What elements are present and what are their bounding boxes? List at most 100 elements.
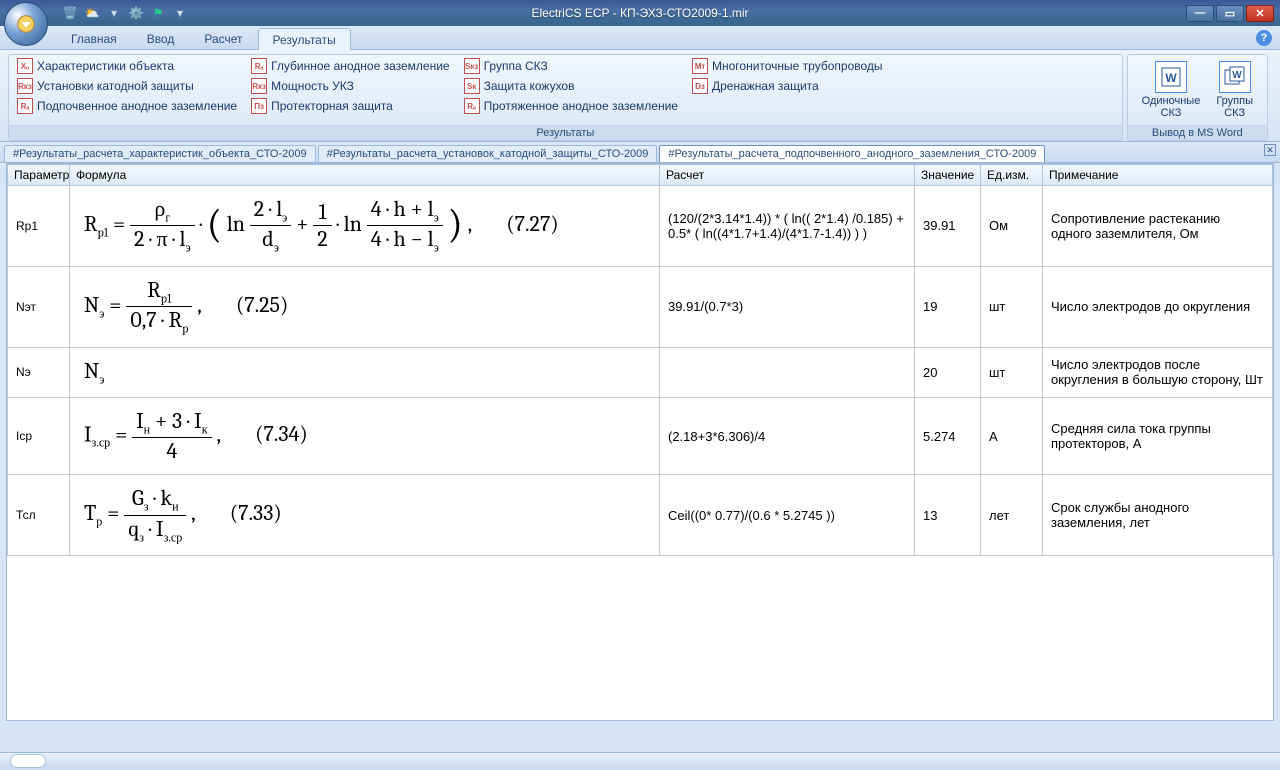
cell-calc: 39.91/(0.7*3) [660, 266, 915, 347]
results-table-wrap: Параметр Формула Расчет Значение Ед.изм.… [6, 163, 1274, 721]
cell-note: Средняя сила тока группы протекторов, А [1043, 397, 1273, 474]
ritem-multiline[interactable]: MтМногониточные трубопроводы [690, 57, 885, 75]
th-note[interactable]: Примечание [1043, 165, 1273, 186]
qat-more-icon[interactable]: ▾ [172, 5, 188, 21]
cell-calc: (120/(2*3.14*1.4)) * ( ln(( 2*1.4) /0.18… [660, 186, 915, 267]
qat-dropdown-icon[interactable]: ▾ [106, 5, 122, 21]
ribbon-group-word-title: Вывод в MS Word [1128, 125, 1267, 140]
cell-param: Rp1 [8, 186, 70, 267]
ritem-subsurface[interactable]: RₐПодпочвенное анодное заземление [15, 97, 239, 115]
word-icon: W [1219, 61, 1251, 93]
th-formula[interactable]: Формула [70, 165, 660, 186]
cell-param: Nэ [8, 347, 70, 397]
doc-icon: Sкз [464, 58, 480, 74]
cell-formula: Nэ = Rp10,7 · Rp , (7.25) [70, 266, 660, 347]
doctab-2[interactable]: #Результаты_расчета_установок_катодной_з… [318, 145, 658, 162]
ritem-ukz-power[interactable]: RкзМощность УКЗ [249, 77, 452, 95]
tab-results[interactable]: Результаты [258, 28, 351, 50]
table-header-row: Параметр Формула Расчет Значение Ед.изм.… [8, 165, 1273, 186]
cell-calc: (2.18+3*6.306)/4 [660, 397, 915, 474]
status-bar [0, 752, 1280, 770]
word-icon: W [1155, 61, 1187, 93]
cell-value: 5.274 [915, 397, 981, 474]
cell-note: Сопротивление растеканию одного заземлит… [1043, 186, 1273, 267]
ritem-deep-anode[interactable]: RₐГлубинное анодное заземление [249, 57, 452, 75]
tab-calc[interactable]: Расчет [189, 27, 257, 49]
maximize-button[interactable]: ▭ [1216, 5, 1244, 22]
doc-icon: Rₐ [464, 98, 480, 114]
qat-weather-icon[interactable]: ⛅ [84, 5, 100, 21]
doc-icon: Xₒ [17, 58, 33, 74]
status-pill[interactable] [10, 754, 46, 768]
th-value[interactable]: Значение [915, 165, 981, 186]
cell-param: Тсл [8, 475, 70, 556]
cell-unit: шт [981, 266, 1043, 347]
cell-formula: Nэ [70, 347, 660, 397]
word-group-skz-button[interactable]: W Группы СКЗ [1208, 57, 1261, 123]
doc-icon: Rкз [251, 78, 267, 94]
table-row[interactable]: Nэ Nэ 20 шт Число электродов после округ… [8, 347, 1273, 397]
cell-value: 20 [915, 347, 981, 397]
doctab-1[interactable]: #Результаты_расчета_характеристик_объект… [4, 145, 316, 162]
cell-value: 13 [915, 475, 981, 556]
cell-unit: А [981, 397, 1043, 474]
doc-icon: Пз [251, 98, 267, 114]
document-tabs: #Результаты_расчета_характеристик_объект… [0, 142, 1280, 163]
cell-param: Nэт [8, 266, 70, 347]
cell-formula: Rp1 = ρг2 · π · lэ · ( ln 2 · lэdэ + 12 … [70, 186, 660, 267]
tab-main[interactable]: Главная [56, 27, 132, 49]
ribbon-tab-strip: Главная Ввод Расчет Результаты ? [0, 26, 1280, 50]
svg-text:W: W [1232, 70, 1242, 81]
ritem-obj-char[interactable]: XₒХарактеристики объекта [15, 57, 239, 75]
help-icon[interactable]: ? [1256, 30, 1272, 46]
table-row[interactable]: Iср Iз.ср = Iн + 3 · Iк4 , (7.34) (2.18+… [8, 397, 1273, 474]
ritem-skz-group[interactable]: SкзГруппа СКЗ [462, 57, 680, 75]
cell-formula: Tр = Gз · kиqз · Iз.ср , (7.33) [70, 475, 660, 556]
qat-flag-icon[interactable]: ⚑ [150, 5, 166, 21]
quick-access-toolbar: 🗑️ ⛅ ▾ ⚙️ ⚑ ▾ [62, 5, 188, 21]
word-single-skz-button[interactable]: W Одиночные СКЗ [1134, 57, 1209, 123]
window-title: ElectriCS ECP - КП-ЭХЗ-СТО2009-1.mir [531, 6, 748, 20]
ribbon-group-results-title: Результаты [9, 125, 1122, 140]
th-calc[interactable]: Расчет [660, 165, 915, 186]
cell-unit: шт [981, 347, 1043, 397]
table-row[interactable]: Тсл Tр = Gз · kиqз · Iз.ср , (7.33) Ceil… [8, 475, 1273, 556]
doctab-3[interactable]: #Результаты_расчета_подпочвенного_анодно… [659, 145, 1045, 162]
app-orb-button[interactable] [4, 2, 48, 46]
cell-note: Срок службы анодного заземления, лет [1043, 475, 1273, 556]
close-button[interactable]: ✕ [1246, 5, 1274, 22]
cell-calc [660, 347, 915, 397]
th-param[interactable]: Параметр [8, 165, 70, 186]
doc-icon: Rₐ [17, 98, 33, 114]
ribbon: XₒХарактеристики объекта RкзУстановки ка… [0, 50, 1280, 142]
minimize-button[interactable]: — [1186, 5, 1214, 22]
th-unit[interactable]: Ед.изм. [981, 165, 1043, 186]
cell-formula: Iз.ср = Iн + 3 · Iк4 , (7.34) [70, 397, 660, 474]
doc-icon: Sк [464, 78, 480, 94]
ritem-casing[interactable]: SкЗащита кожухов [462, 77, 680, 95]
qat-gear-icon[interactable]: ⚙️ [128, 5, 144, 21]
cell-value: 39.91 [915, 186, 981, 267]
qat-delete-icon[interactable]: 🗑️ [62, 5, 78, 21]
doc-icon: Dз [692, 78, 708, 94]
cell-value: 19 [915, 266, 981, 347]
cell-note: Число электродов до округления [1043, 266, 1273, 347]
tab-input[interactable]: Ввод [132, 27, 190, 49]
cell-unit: лет [981, 475, 1043, 556]
ritem-drainage[interactable]: DзДренажная защита [690, 77, 885, 95]
title-bar: 🗑️ ⛅ ▾ ⚙️ ⚑ ▾ ElectriCS ECP - КП-ЭХЗ-СТО… [0, 0, 1280, 26]
ritem-cathodic[interactable]: RкзУстановки катодной защиты [15, 77, 239, 95]
doctab-close-icon[interactable]: ✕ [1264, 144, 1276, 156]
results-table: Параметр Формула Расчет Значение Ед.изм.… [7, 164, 1273, 556]
cell-calc: Ceil((0* 0.77)/(0.6 * 5.2745 )) [660, 475, 915, 556]
ritem-extended-anode[interactable]: RₐПротяженное анодное заземление [462, 97, 680, 115]
cell-note: Число электродов после округления в боль… [1043, 347, 1273, 397]
table-row[interactable]: Nэт Nэ = Rp10,7 · Rp , (7.25) 39.91/(0.7… [8, 266, 1273, 347]
doc-icon: Mт [692, 58, 708, 74]
ritem-protector[interactable]: ПзПротекторная защита [249, 97, 452, 115]
doc-icon: Rкз [17, 78, 33, 94]
svg-text:W: W [1165, 71, 1177, 85]
doc-icon: Rₐ [251, 58, 267, 74]
table-row[interactable]: Rp1 Rp1 = ρг2 · π · lэ · ( ln 2 · lэdэ +… [8, 186, 1273, 267]
cell-unit: Ом [981, 186, 1043, 267]
